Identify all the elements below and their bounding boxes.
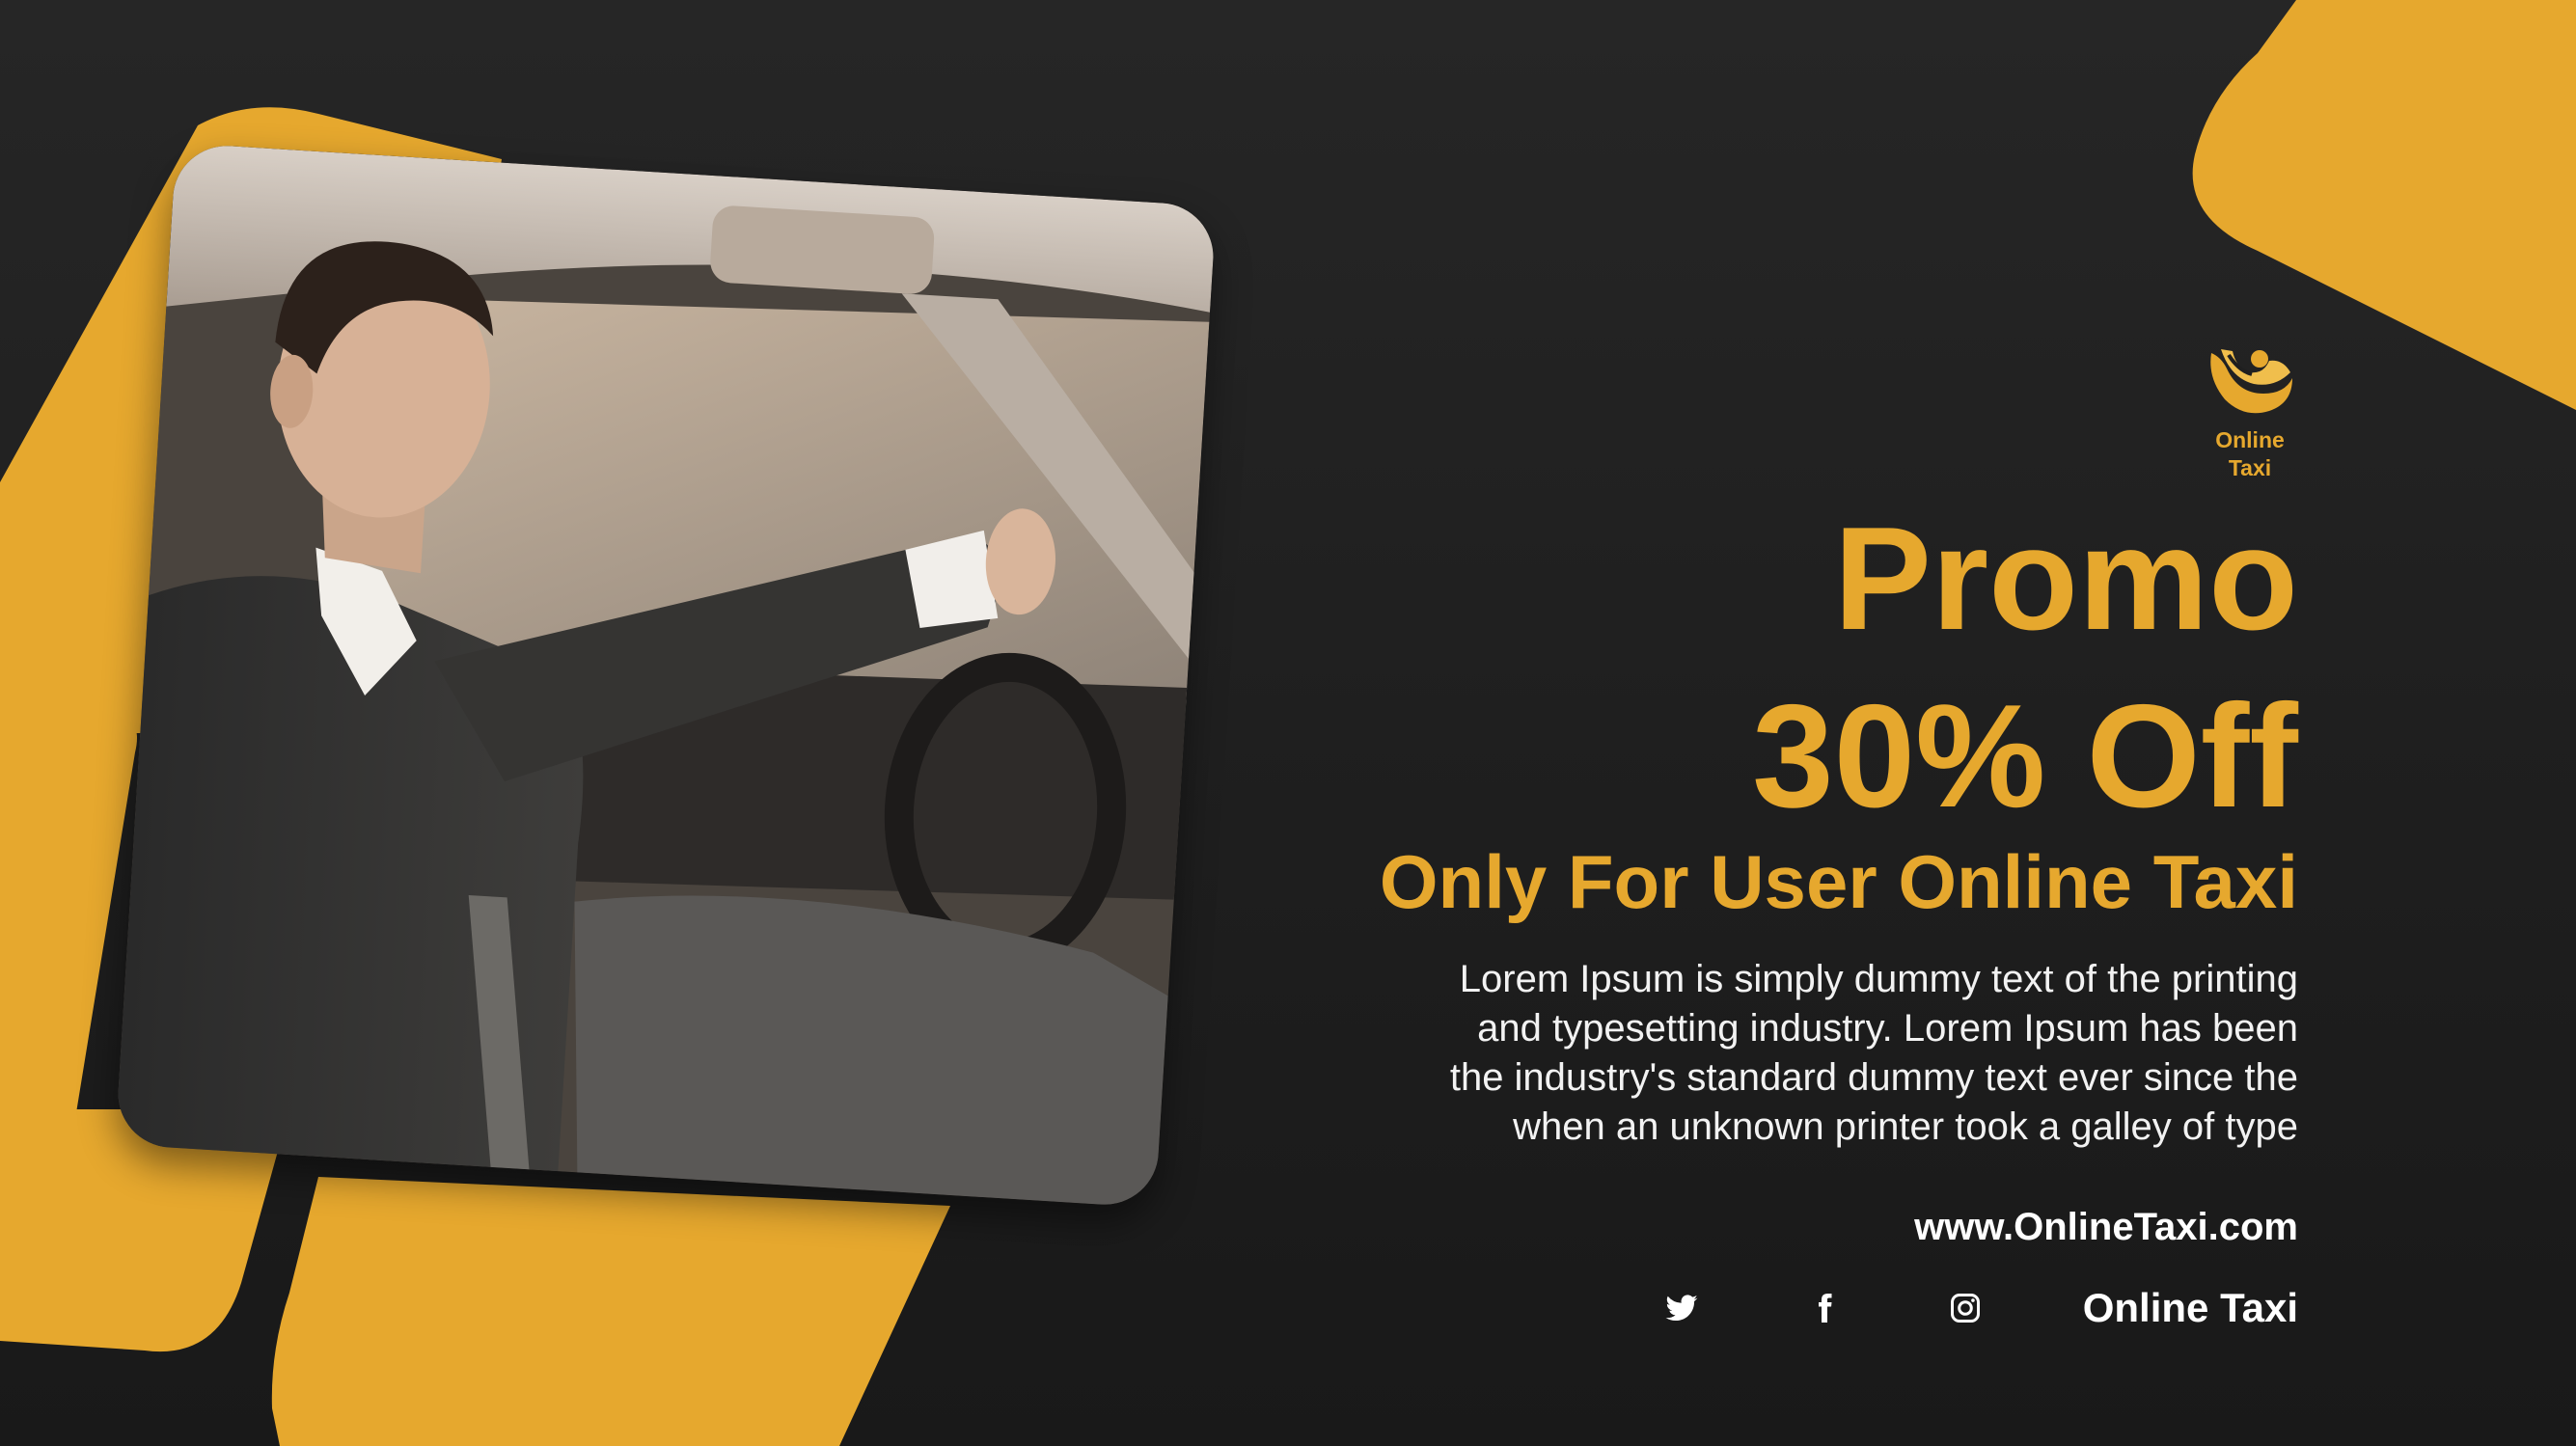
man-driving-car-illustration	[115, 143, 1217, 1208]
taxi-logo-icon	[2210, 349, 2292, 414]
website-link[interactable]: www.OnlineTaxi.com	[1914, 1203, 2298, 1251]
driver-photo	[115, 143, 1217, 1208]
description-line: when an unknown printer took a galley of…	[1513, 1105, 2298, 1148]
description: Lorem Ipsum is simply dummy text of the …	[1333, 955, 2298, 1152]
logo-text-line-1: Online	[2215, 427, 2285, 452]
description-line: and typesetting industry. Lorem Ipsum ha…	[1477, 1007, 2298, 1050]
description-line: the industry's standard dummy text ever …	[1449, 1056, 2298, 1099]
instagram-icon[interactable]	[1944, 1287, 1987, 1329]
brand-logo: Online Taxi	[2190, 340, 2310, 482]
facebook-icon[interactable]	[1803, 1287, 1846, 1329]
description-line: Lorem Ipsum is simply dummy text of the …	[1459, 958, 2298, 1000]
headline-promo: Promo	[1833, 497, 2298, 661]
logo-text-line-2: Taxi	[2228, 455, 2272, 480]
headline-subtitle: Only For User Online Taxi	[1379, 839, 2298, 924]
social-row: Online Taxi	[1660, 1273, 2298, 1343]
headline-discount: 30% Off	[1752, 674, 2298, 838]
shape-bottom-middle	[271, 1177, 950, 1446]
brand-label: Online Taxi	[2082, 1285, 2298, 1330]
twitter-icon[interactable]	[1660, 1287, 1703, 1329]
promo-banner: Online Taxi Promo 30% Off Only For User …	[0, 0, 2576, 1446]
